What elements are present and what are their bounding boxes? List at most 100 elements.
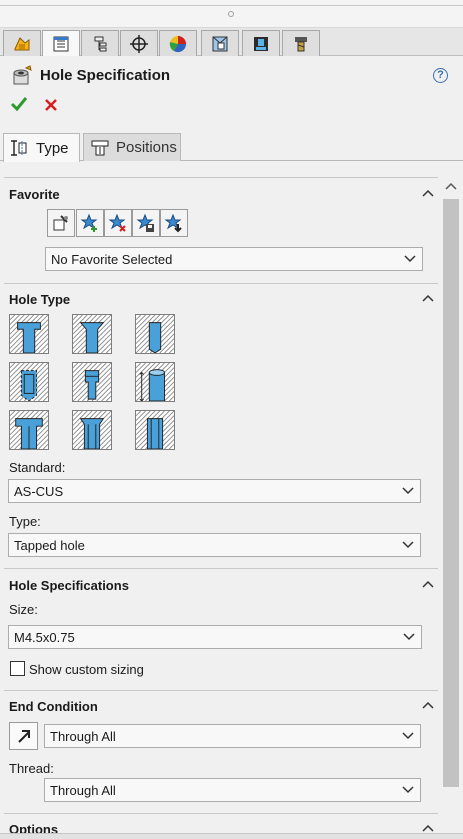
hole-type-countersink-button[interactable] <box>34 314 145 354</box>
end-condition-heading: End Condition <box>9 699 98 714</box>
chevron-down-icon <box>404 255 416 263</box>
cam-feature-manager-icon <box>212 36 228 51</box>
collapse-chevron-icon[interactable] <box>422 189 434 197</box>
dimxpert-manager-tab[interactable] <box>120 30 158 56</box>
show-custom-sizing-label: Show custom sizing <box>29 662 144 677</box>
divider <box>4 177 438 178</box>
chevron-down-icon <box>402 541 414 549</box>
bottom-resize-grip[interactable] <box>0 833 463 839</box>
standard-select-value: AS-CUS <box>14 483 64 499</box>
panel-grip-dot[interactable] <box>228 11 234 17</box>
tab-positions[interactable]: Positions <box>83 133 181 161</box>
feature-manager-tab[interactable] <box>3 30 41 56</box>
display-manager-tab[interactable] <box>159 30 197 56</box>
positions-tab-icon <box>91 140 109 155</box>
feature-manager-icon <box>14 36 30 50</box>
hole-type-heading: Hole Type <box>9 292 71 307</box>
thread-label: Thread: <box>9 761 54 776</box>
tab-type[interactable]: Type <box>3 133 80 162</box>
scrollbar-thumb[interactable] <box>443 199 459 787</box>
tapered-tap-hole-icon <box>34 362 145 402</box>
reverse-direction-button[interactable] <box>9 722 38 750</box>
hole-type-tapered-tap-button[interactable] <box>34 362 145 402</box>
size-select-value: M4.5x0.75 <box>14 629 75 645</box>
manager-tab-strip <box>0 28 463 56</box>
apply-defaults-icon <box>53 215 68 231</box>
legacy-hole-hole-icon <box>97 362 208 402</box>
hole-type-legacy-hole-button[interactable] <box>97 362 208 402</box>
panel-top-bar <box>0 0 463 28</box>
hole-hole-icon <box>97 314 208 354</box>
cam-operation-manager-tab[interactable] <box>242 30 280 56</box>
cancel-x-icon[interactable] <box>44 98 58 112</box>
load-favorite-button[interactable] <box>160 209 188 237</box>
hole-type-hole-button[interactable] <box>97 314 208 354</box>
help-icon[interactable]: ? <box>433 68 448 83</box>
cam-tool-manager-icon <box>295 36 307 51</box>
delete-favorite-icon <box>108 213 126 232</box>
display-manager-icon <box>169 35 187 52</box>
slot-hole-icon <box>97 410 208 450</box>
property-manager-tab[interactable] <box>42 30 80 56</box>
cam-operation-manager-icon <box>254 36 268 51</box>
property-manager-header: Hole Specification ? <box>0 56 463 124</box>
favorite-heading: Favorite <box>9 187 60 202</box>
scroll-up-chevron-icon[interactable] <box>445 182 457 190</box>
show-custom-sizing-checkbox[interactable] <box>10 661 25 676</box>
hole-type-counterbore-slot-button[interactable] <box>0 410 82 450</box>
collapse-chevron-icon[interactable] <box>422 824 434 832</box>
page-title: Hole Specification <box>40 67 171 84</box>
hole-type-counterbore-button[interactable] <box>0 314 82 354</box>
collapse-chevron-icon[interactable] <box>422 580 434 588</box>
type-select[interactable]: Tapped hole <box>8 533 421 557</box>
chevron-down-icon <box>402 786 414 794</box>
pm-tab-bar: Type Positions <box>0 133 463 162</box>
chevron-down-icon <box>403 633 415 641</box>
add-favorite-button[interactable] <box>76 209 104 237</box>
cam-tool-manager-tab[interactable] <box>282 30 320 56</box>
size-select[interactable]: M4.5x0.75 <box>8 625 422 649</box>
divider <box>4 568 438 569</box>
top-rule <box>0 5 463 6</box>
collapse-chevron-icon[interactable] <box>422 701 434 709</box>
counterbore-hole-icon <box>0 314 82 354</box>
standard-label: Standard: <box>9 460 66 475</box>
property-manager-icon <box>53 36 69 51</box>
divider <box>4 813 438 814</box>
delete-favorite-button[interactable] <box>104 209 132 237</box>
thread-select[interactable]: Through All <box>44 778 421 802</box>
reverse-direction-icon <box>17 730 30 743</box>
straight-tap-hole-icon <box>0 362 82 402</box>
hole-type-countersink-slot-button[interactable] <box>34 410 145 450</box>
end-condition-select-value: Through All <box>50 728 116 744</box>
divider <box>4 283 438 284</box>
save-favorite-icon <box>136 213 154 232</box>
countersink-slot-hole-icon <box>34 410 145 450</box>
scrollbar[interactable] <box>440 178 462 839</box>
counterbore-slot-hole-icon <box>0 410 82 450</box>
type-select-value: Tapped hole <box>14 537 85 553</box>
save-favorite-button[interactable] <box>132 209 160 237</box>
cam-feature-manager-tab[interactable] <box>201 30 239 56</box>
type-label: Type: <box>9 514 41 529</box>
end-condition-select[interactable]: Through All <box>44 724 421 748</box>
chevron-down-icon <box>402 487 414 495</box>
hole-type-straight-tap-button[interactable] <box>0 362 82 402</box>
ok-check-icon[interactable] <box>10 96 28 112</box>
tab-type-label: Type <box>36 139 69 157</box>
type-tab-icon <box>11 140 27 156</box>
configuration-manager-tab[interactable] <box>81 30 119 56</box>
add-favorite-icon <box>80 213 98 232</box>
favorite-select[interactable]: No Favorite Selected <box>45 247 423 271</box>
chevron-down-icon <box>402 732 414 740</box>
size-label: Size: <box>9 602 38 617</box>
standard-select[interactable]: AS-CUS <box>8 479 421 503</box>
divider <box>4 690 438 691</box>
dimxpert-manager-icon <box>130 34 148 53</box>
hole-type-slot-button[interactable] <box>97 410 208 450</box>
apply-defaults-button[interactable] <box>47 209 75 237</box>
thread-select-value: Through All <box>50 782 116 798</box>
countersink-hole-icon <box>34 314 145 354</box>
collapse-chevron-icon[interactable] <box>422 294 434 302</box>
load-favorite-icon <box>164 213 182 233</box>
